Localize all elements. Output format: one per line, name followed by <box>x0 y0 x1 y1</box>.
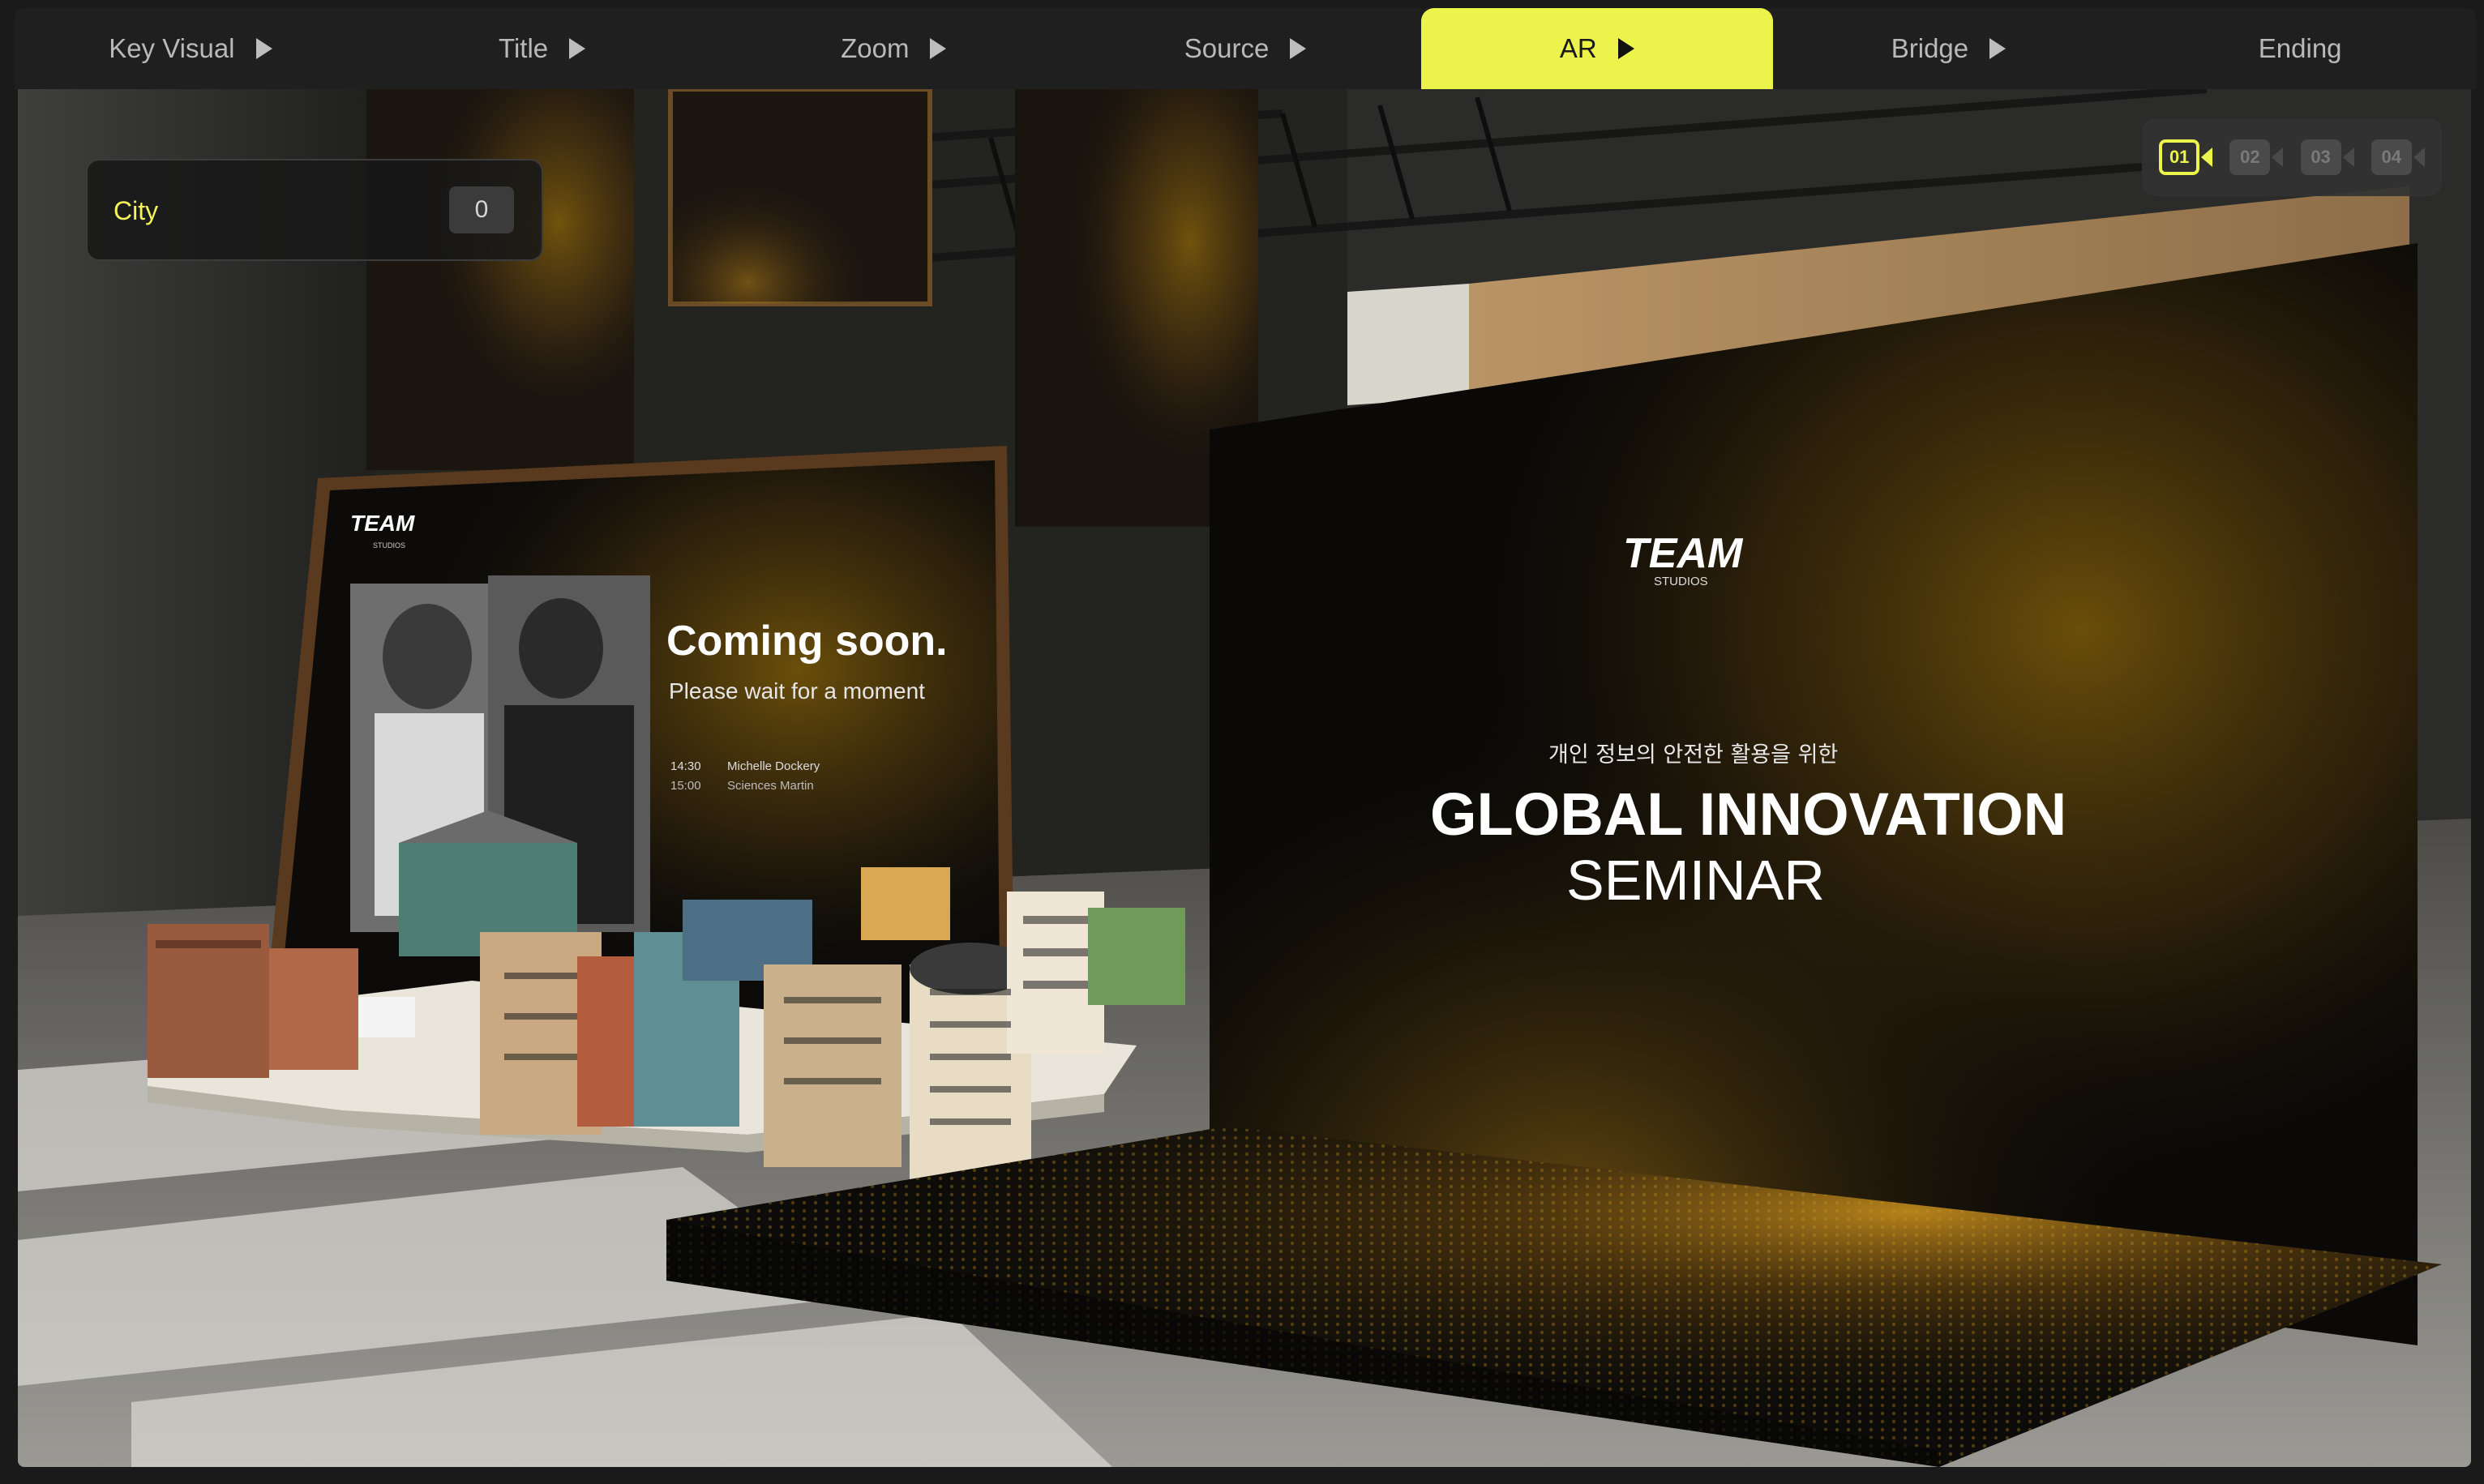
app-window: Key Visual Title Zoom Source AR Bridge E… <box>0 0 2484 1484</box>
tab-key-visual[interactable]: Key Visual <box>15 8 366 89</box>
left-screen-speaker: Michelle Dockery <box>727 759 820 773</box>
play-icon <box>1617 38 1634 59</box>
video-camera-icon: 04 <box>2371 139 2412 175</box>
camera-lens <box>2342 148 2354 167</box>
left-screen-time: 15:00 <box>670 779 701 793</box>
city-object-panel[interactable]: City 0 <box>86 159 543 261</box>
tab-label: Title <box>499 33 549 63</box>
tab-label: Bridge <box>1891 33 1969 63</box>
studio-scene: TEAM STUDIOS Coming soon. Please wait fo… <box>18 89 2471 1467</box>
main-screen-kicker: 개인 정보의 안전한 활용을 위한 <box>1548 742 1838 768</box>
tab-ar[interactable]: AR <box>1420 8 1773 89</box>
tab-title[interactable]: Title <box>366 8 718 89</box>
tab-zoom[interactable]: Zoom <box>717 8 1069 89</box>
play-icon <box>1989 38 2006 59</box>
main-screen-logo: TEAM <box>1623 530 1744 577</box>
camera-01-button[interactable]: 01 <box>2159 139 2213 176</box>
tab-bridge[interactable]: Bridge <box>1773 8 2125 89</box>
left-screen-time: 14:30 <box>670 759 701 773</box>
tab-label: Source <box>1184 33 1270 63</box>
play-icon <box>255 38 272 59</box>
left-screen-logo-sub: STUDIOS <box>373 541 405 550</box>
camera-04-button[interactable]: 04 <box>2371 139 2425 176</box>
play-icon <box>1290 38 1307 59</box>
camera-02-button[interactable]: 02 <box>2229 139 2284 176</box>
tab-label: Zoom <box>841 33 910 63</box>
camera-lens <box>2272 148 2284 167</box>
camera-lens <box>2413 148 2425 167</box>
main-screen-subtitle: SEMINAR <box>1566 849 1825 912</box>
city-label: City <box>113 196 159 225</box>
video-camera-icon: 01 <box>2159 139 2200 175</box>
tab-label: AR <box>1559 33 1597 63</box>
tab-ending[interactable]: Ending <box>2124 8 2476 89</box>
video-camera-icon: 02 <box>2229 139 2271 175</box>
scene-viewport[interactable]: TEAM STUDIOS Coming soon. Please wait fo… <box>18 89 2471 1467</box>
video-camera-icon: 03 <box>2300 139 2341 175</box>
main-screen-logo-sub: STUDIOS <box>1654 575 1708 588</box>
tab-label: Key Visual <box>109 33 235 63</box>
camera-03-button[interactable]: 03 <box>2300 139 2354 176</box>
left-screen-subline: Please wait for a moment <box>669 678 925 704</box>
left-screen-headline: Coming soon. <box>666 618 948 665</box>
left-screen-logo: TEAM <box>350 511 415 536</box>
play-icon <box>930 38 947 59</box>
camera-selector: 01 02 03 04 <box>2142 118 2442 196</box>
tab-source[interactable]: Source <box>1069 8 1421 89</box>
tab-label: Ending <box>2258 33 2342 63</box>
main-screen-title: GLOBAL INNOVATION <box>1430 780 2066 848</box>
scene-tab-bar: Key Visual Title Zoom Source AR Bridge E… <box>15 8 2476 89</box>
city-count-badge[interactable]: 0 <box>449 186 514 233</box>
play-icon <box>569 38 586 59</box>
camera-lens <box>2201 148 2213 167</box>
left-screen-speaker: Sciences Martin <box>727 779 814 793</box>
